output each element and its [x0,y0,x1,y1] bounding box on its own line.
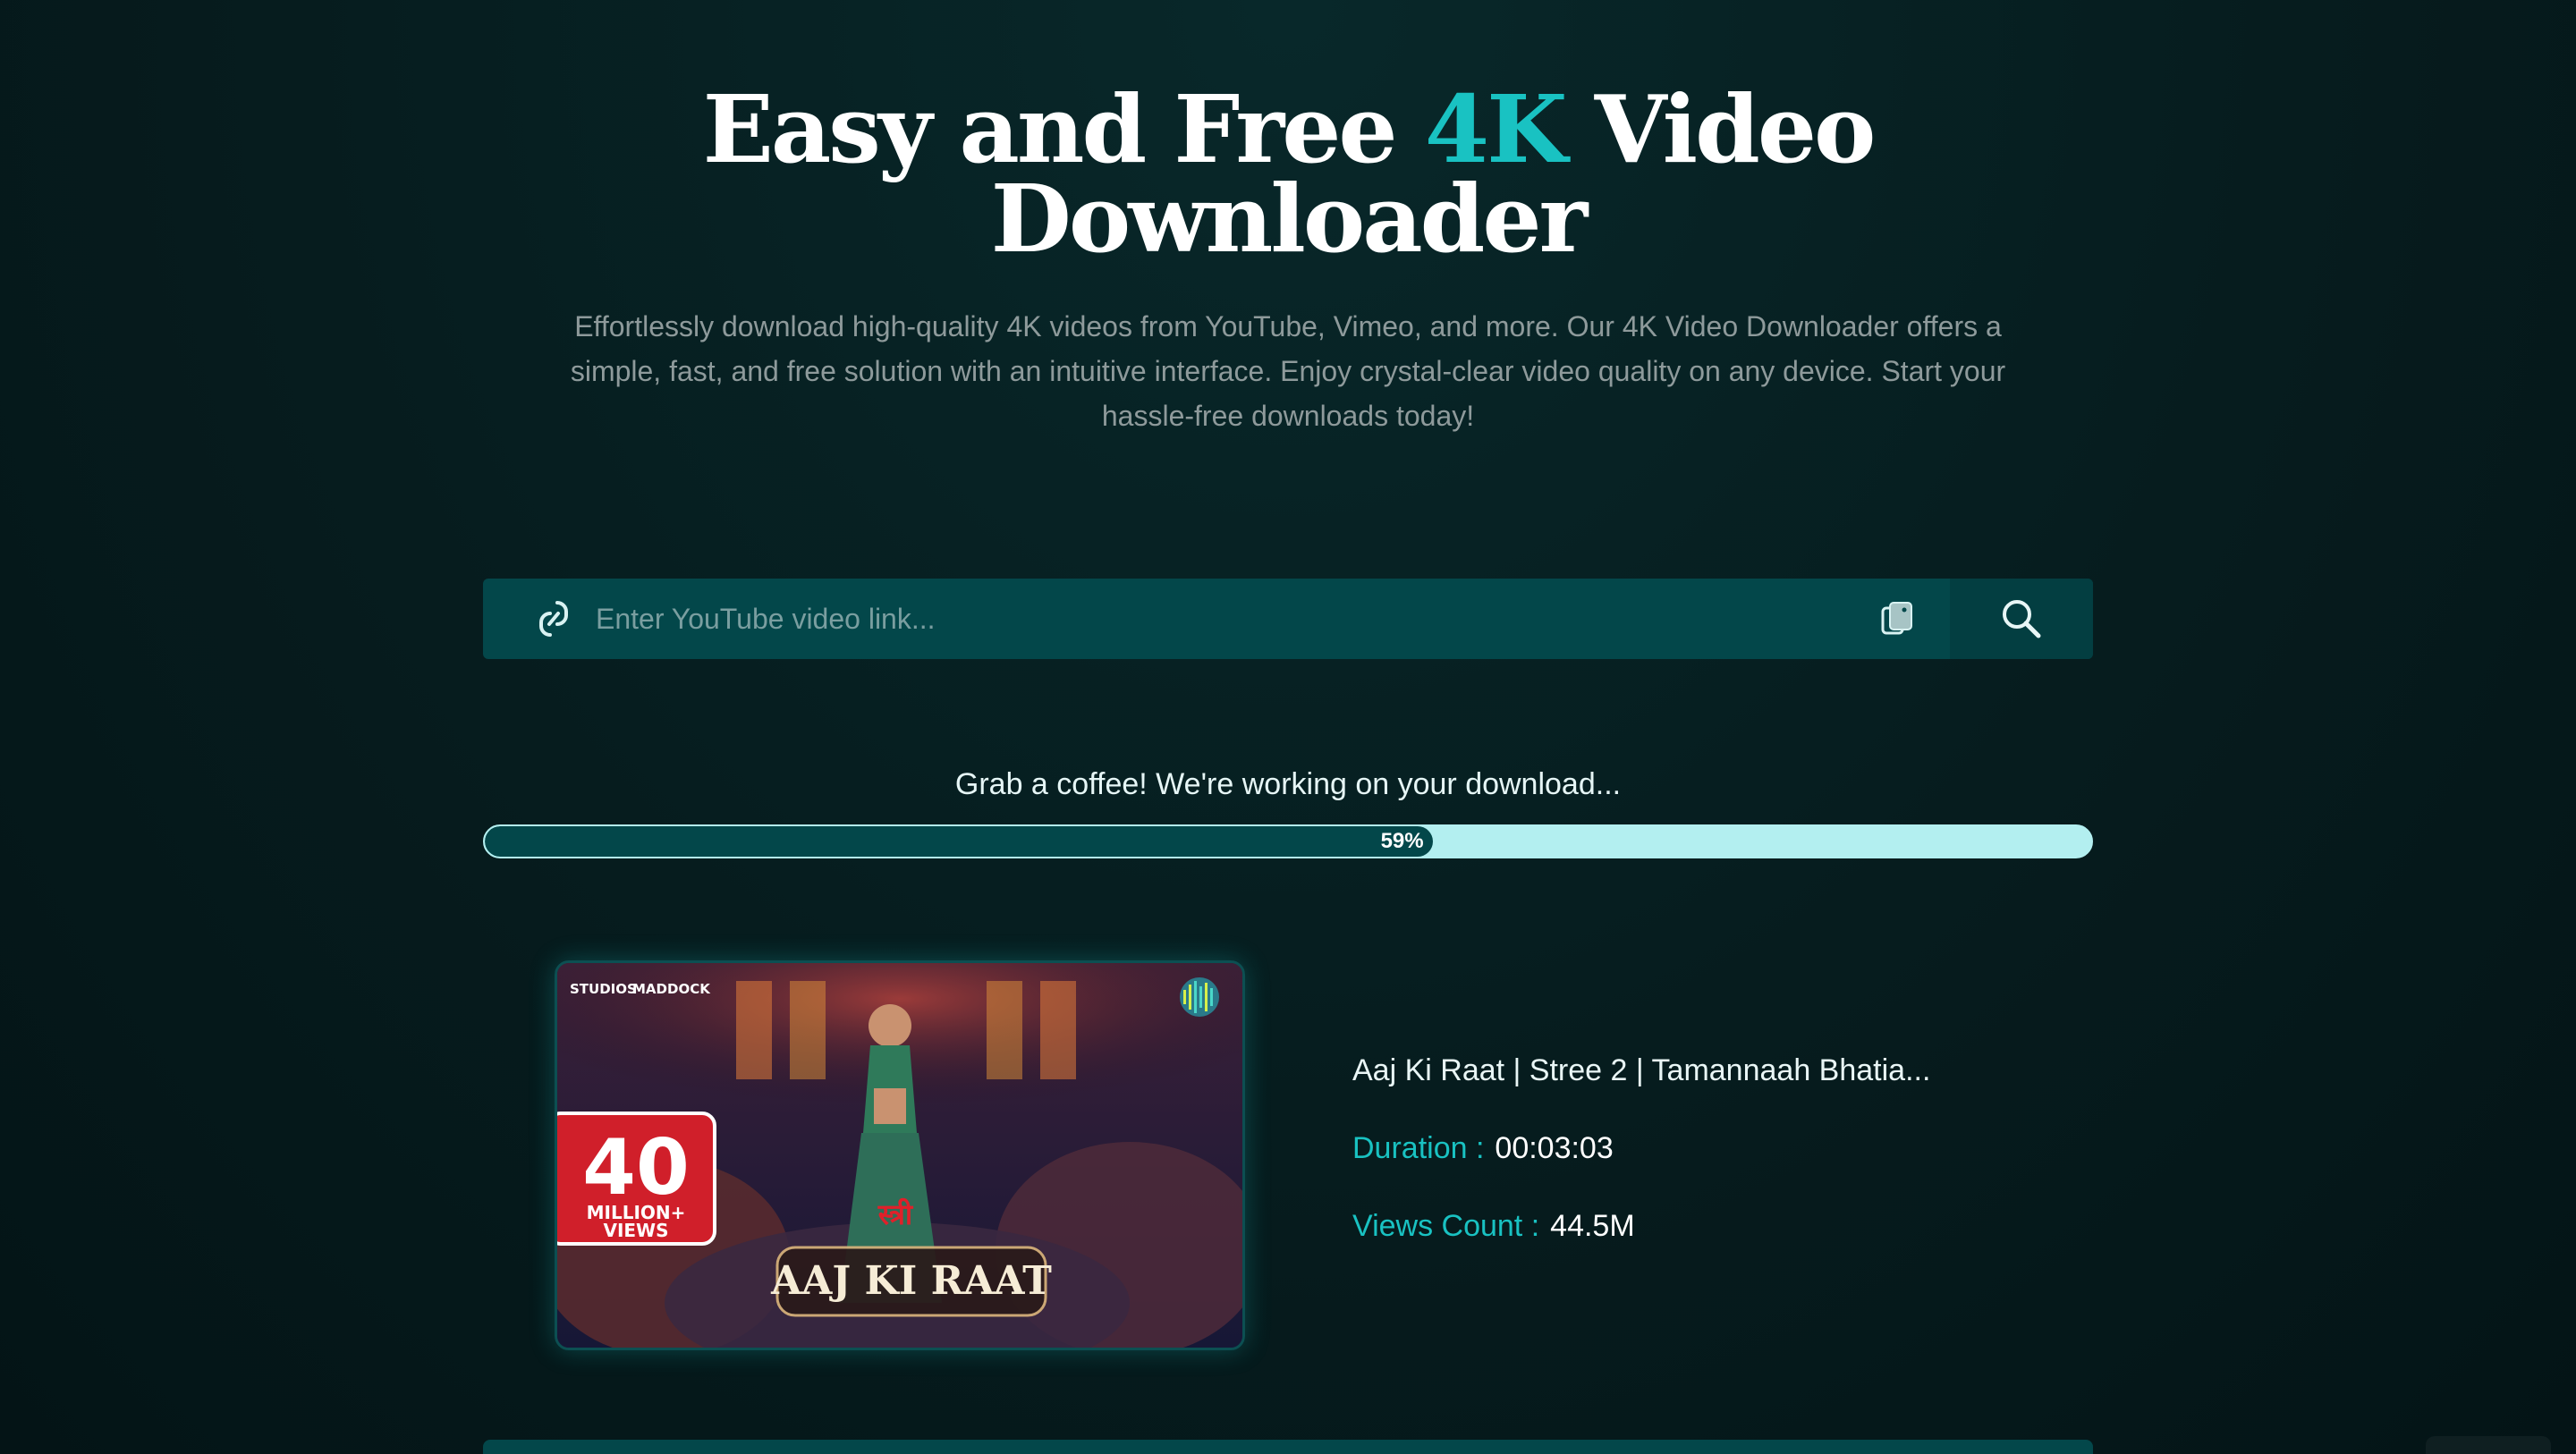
partner-logo: MADDOCK [632,981,711,997]
duration-row: Duration : 00:03:03 [1352,1131,1930,1166]
video-thumbnail: STUDIOS MADDOCK 40 MILLION+ VIEWS स्त्री… [555,960,1245,1350]
next-section-bar [483,1440,2093,1454]
paste-icon [1881,602,1912,635]
duration-value: 00:03:03 [1495,1131,1614,1165]
scroll-to-top-button[interactable] [2426,1436,2551,1454]
studio-logo: STUDIOS [570,981,637,997]
search-icon [2003,600,2041,638]
search-button[interactable] [1950,579,2093,659]
badge-number: 40 [582,1123,690,1213]
hero-description: Effortlessly download high-quality 4K vi… [570,310,2006,432]
progress-fill: 59% [485,826,1433,857]
search-bar [483,579,2093,659]
thumbnail-art: STUDIOS MADDOCK 40 MILLION+ VIEWS स्त्री… [557,963,1242,1348]
thumbnail-title-art: AAJ KI RAAT [770,1258,1052,1304]
views-value: 44.5M [1550,1209,1635,1243]
views-label: Views Count : [1352,1209,1540,1243]
video-title: Aaj Ki Raat | Stree 2 | Tamannaah Bhatia… [1352,1053,1931,1087]
views-row: Views Count : 44.5M [1352,1209,1930,1244]
progress-bar: 59% [483,824,2093,858]
hindi-mark: स्त्री [877,1197,914,1231]
download-status: Grab a coffee! We're working on your dow… [954,767,1622,801]
title-part-2: Video [1564,74,1877,184]
link-icon [530,595,578,643]
duration-label: Duration : [1352,1131,1485,1165]
page: Easy and Free 4K Video Downloader Effort… [0,0,2576,1454]
title-line-2: Downloader [990,164,1589,274]
page-title: Easy and Free 4K Video Downloader [0,83,2576,274]
progress-label: 59% [1380,829,1424,853]
search-input[interactable] [596,579,1866,659]
video-info: Aaj Ki Raat | Stree 2 | Tamannaah Bhatia… [1352,1053,1930,1244]
title-line-1: Easy and Free 4K Video [0,83,2576,176]
badge-text-2: VIEWS [603,1220,668,1241]
paste-button[interactable] [1866,579,1928,659]
